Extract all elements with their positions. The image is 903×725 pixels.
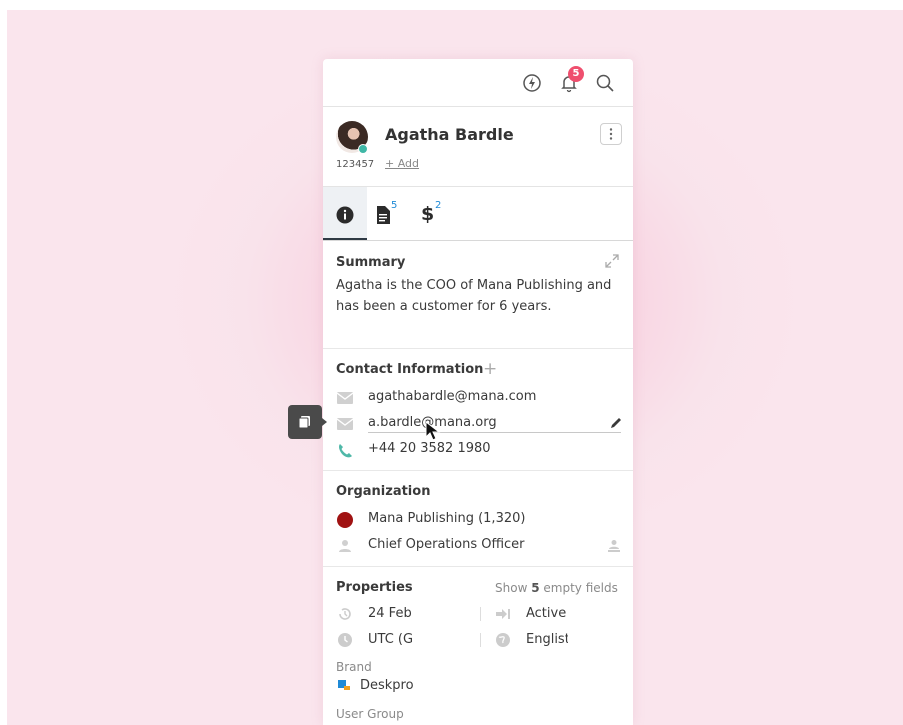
user-group-label: User Group [336, 707, 404, 721]
phone-number[interactable]: +44 20 3582 1980 [368, 441, 491, 456]
tab-documents[interactable]: 5 [373, 200, 405, 228]
documents-count: 5 [391, 200, 398, 211]
summary-line-1: Agatha is the COO of Mana Publishing and [336, 278, 612, 293]
contact-sidebar-panel: 5 Agatha Bardle 123457 + Add 5 $ 2 Summa… [323, 59, 633, 725]
person-name: Agatha Bardle [385, 125, 514, 144]
online-status-icon [358, 144, 368, 154]
email-underline [368, 432, 621, 433]
lightning-chat-icon[interactable] [522, 73, 542, 93]
organization-logo-icon [337, 512, 353, 528]
search-icon[interactable] [595, 73, 615, 93]
dollar-icon: $ [421, 203, 435, 225]
brand-value: Deskpro [360, 678, 414, 693]
organization-name[interactable]: Mana Publishing (1,320) [368, 511, 525, 526]
expand-icon[interactable] [604, 253, 620, 269]
deskpro-logo-icon [338, 680, 350, 690]
person-icon [339, 540, 351, 552]
billing-count: 2 [435, 200, 442, 211]
more-options-button[interactable] [600, 123, 622, 145]
created-date: 24 Feb [368, 606, 412, 621]
copy-tooltip[interactable] [288, 405, 327, 439]
notification-badge: 5 [568, 66, 584, 82]
summary-title: Summary [336, 255, 406, 270]
summary-section: Summary Agatha is the COO of Mana Publis… [323, 241, 633, 349]
properties-section: Properties Show 5 empty fields 24 Feb Ac… [323, 567, 633, 725]
org-chart-icon[interactable] [607, 539, 621, 553]
clock-icon [338, 633, 352, 647]
globe-icon [496, 633, 510, 647]
summary-line-2: has been a customer for 6 years. [336, 299, 552, 314]
email-icon [337, 392, 353, 404]
email-icon [337, 418, 353, 430]
properties-title: Properties [336, 580, 413, 595]
timezone-value: UTC (G [368, 632, 414, 647]
status-value: Active [526, 606, 567, 621]
copy-icon [298, 416, 310, 429]
document-icon [377, 206, 390, 224]
person-id: 123457 [336, 159, 375, 170]
organization-section: Organization Mana Publishing (1,320) Chi… [323, 471, 633, 567]
top-toolbar: 5 [323, 59, 633, 107]
show-empty-fields-link[interactable]: Show 5 empty fields [495, 581, 618, 595]
tab-bar: 5 $ 2 [323, 187, 633, 241]
person-header: Agatha Bardle 123457 + Add [323, 107, 633, 187]
organization-title: Organization [336, 484, 431, 499]
brand-label: Brand [336, 660, 372, 674]
show-prefix: Show [495, 581, 532, 595]
divider [480, 607, 481, 621]
contact-section: Contact Information + agathabardle@mana.… [323, 349, 633, 471]
show-count: 5 [531, 581, 540, 595]
contact-title: Contact Information [336, 362, 484, 377]
job-title: Chief Operations Officer [368, 537, 525, 552]
sign-in-icon [496, 609, 510, 619]
add-contact-button[interactable]: + [483, 359, 497, 379]
history-icon [339, 608, 351, 620]
divider [480, 633, 481, 647]
show-suffix: empty fields [539, 581, 618, 595]
phone-icon [339, 444, 352, 458]
info-icon [336, 206, 354, 224]
tab-info[interactable] [323, 187, 367, 240]
mouse-cursor-icon [425, 421, 441, 441]
pencil-icon[interactable] [609, 416, 623, 430]
vertical-dots-icon [609, 128, 613, 140]
add-label-link[interactable]: + Add [385, 157, 419, 170]
tab-billing[interactable]: $ 2 [418, 200, 450, 228]
email-primary[interactable]: agathabardle@mana.com [368, 389, 536, 404]
language-value: Englist [526, 632, 568, 647]
